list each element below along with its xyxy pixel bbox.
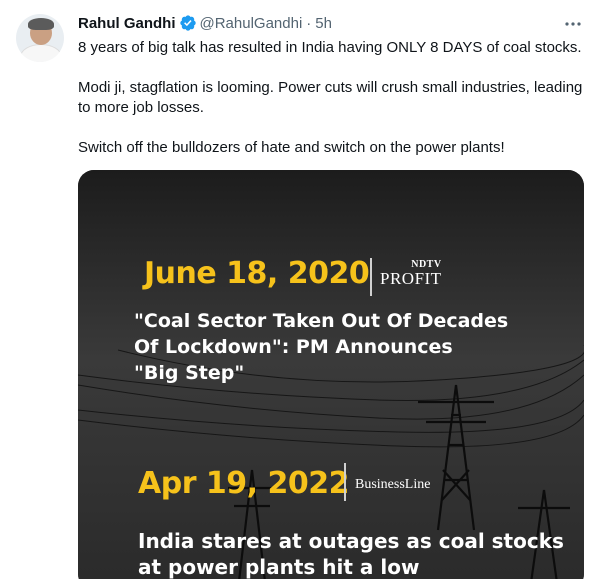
tweet-paragraph: Modi ji, stagflation is looming. Power c… [78,79,583,116]
divider [370,258,372,296]
divider [344,463,346,501]
timestamp[interactable]: 5h [315,15,332,32]
source-logo-ndtv-profit: NDTV PROFIT [380,259,442,288]
tweet-text: 8 years of big talk has resulted in Indi… [78,38,588,158]
tweet-paragraph: 8 years of big talk has resulted in Indi… [78,39,582,56]
separator-dot: · [306,14,312,32]
tweet-media-image[interactable]: June 18, 2020 NDTV PROFIT "Coal Sector T… [78,170,584,579]
author-name[interactable]: Rahul Gandhi [78,15,176,32]
headline-text-1: "Coal Sector Taken Out Of Decades Of Loc… [134,310,509,384]
tweet[interactable]: Rahul Gandhi @RahulGandhi · 5h 8 years o… [0,0,599,579]
headline-text-2: India stares at outages as coal stocks a… [138,529,564,579]
headline-date-2: Apr 19, 2022 [138,466,350,501]
tweet-header: Rahul Gandhi @RahulGandhi · 5h [78,13,332,33]
verified-badge-icon [179,15,196,31]
author-handle[interactable]: @RahulGandhi [200,15,303,32]
headline-date-1: June 18, 2020 [144,256,370,291]
avatar[interactable] [16,14,64,62]
more-options-icon[interactable] [563,14,583,34]
tweet-paragraph: Switch off the bulldozers of hate and sw… [78,139,505,156]
source-logo-businessline: BusinessLine [355,477,431,492]
